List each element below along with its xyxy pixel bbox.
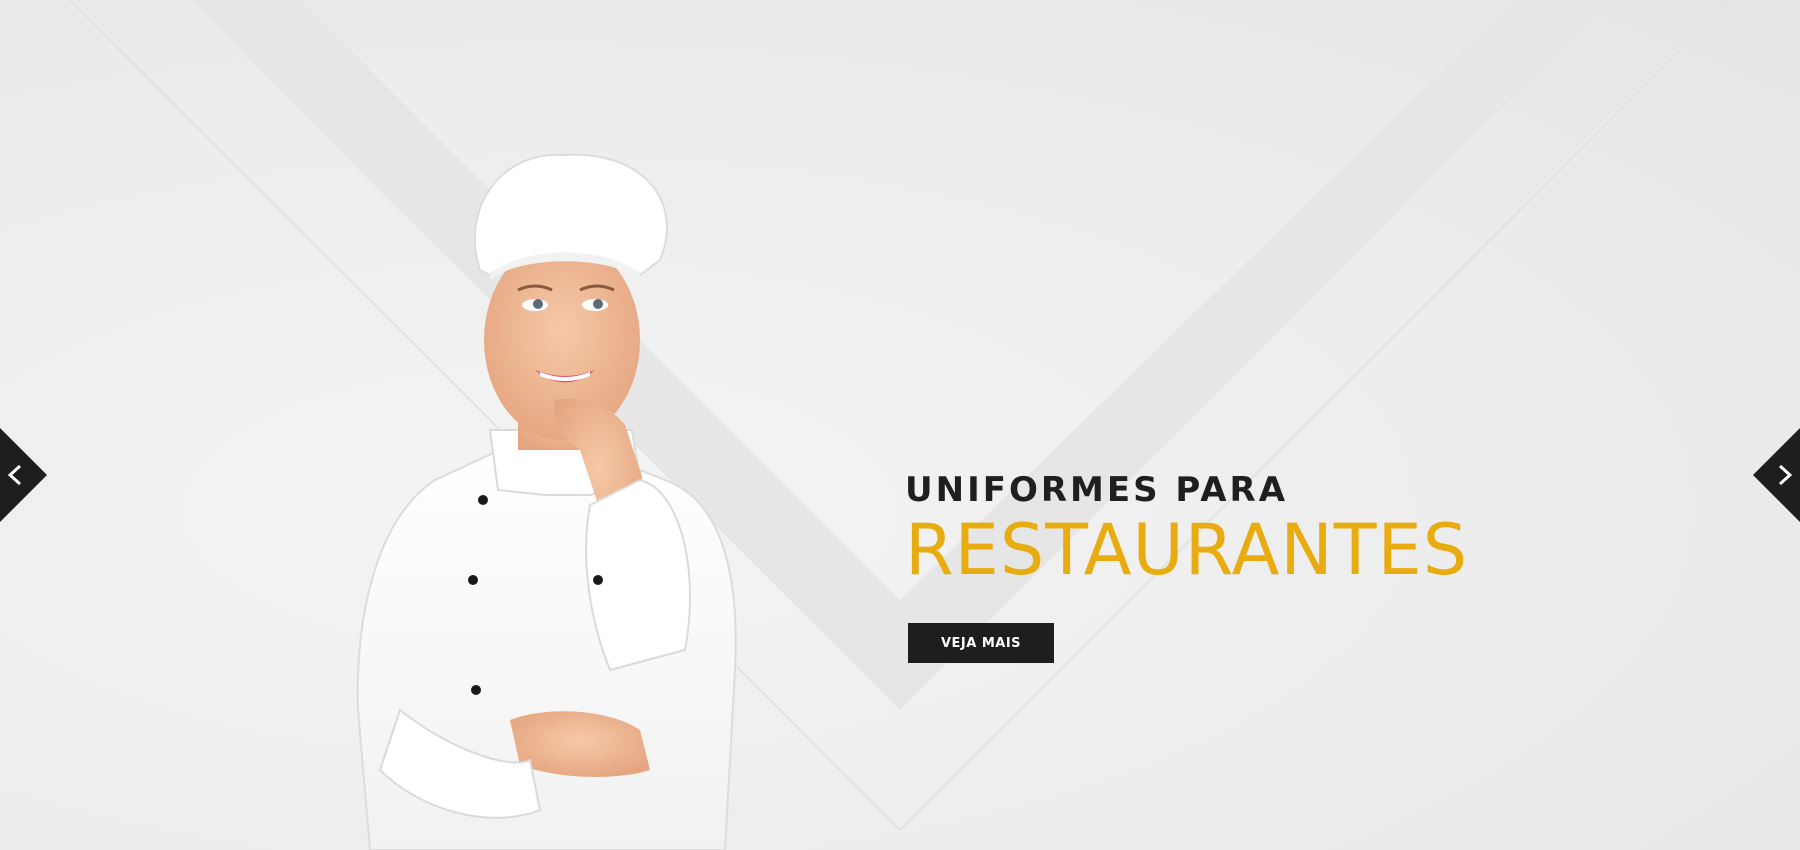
hero-slider: UNIFORMES PARA RESTAURANTES VEJA MAIS [0,0,1800,850]
veja-mais-button[interactable]: VEJA MAIS [908,623,1054,663]
slider-next-button[interactable] [1753,428,1800,522]
chevron-right-icon [1753,428,1800,522]
headline-main: RESTAURANTES [905,509,1469,591]
slide-headline: UNIFORMES PARA RESTAURANTES [905,470,1605,588]
background-decoration [69,0,1731,831]
chevron-left-icon [0,428,47,522]
headline-top: UNIFORMES PARA [905,470,1289,510]
chef-image [356,153,737,850]
slider-prev-button[interactable] [0,428,47,522]
